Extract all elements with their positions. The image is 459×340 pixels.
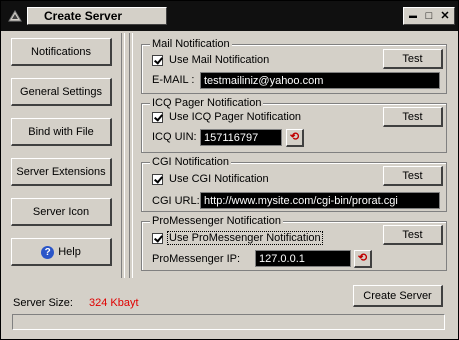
server-icon-button[interactable]: Server Icon xyxy=(11,198,112,226)
create-server-button[interactable]: Create Server xyxy=(353,285,443,307)
notifications-button[interactable]: Notifications xyxy=(11,38,112,66)
cgi-url-field[interactable]: http://www.mysite.com/cgi-bin/prorat.cgi xyxy=(200,192,440,209)
icq-uin-label: ICQ UIN: xyxy=(152,131,197,143)
promessenger-reset-icon[interactable]: ⟲ xyxy=(354,250,372,268)
cgi-url-label: CGI URL: xyxy=(152,195,200,207)
mail-checkbox-label: Use Mail Notification xyxy=(169,54,270,66)
promessenger-checkbox-label: Use ProMessenger Notification xyxy=(167,231,323,245)
mail-checkbox[interactable] xyxy=(152,55,163,66)
icq-group-title: ICQ Pager Notification xyxy=(150,97,264,109)
cgi-checkbox[interactable] xyxy=(152,174,163,185)
cgi-test-button[interactable]: Test xyxy=(383,166,443,186)
icq-checkbox[interactable] xyxy=(152,112,163,123)
promessenger-test-button[interactable]: Test xyxy=(383,225,443,245)
minimize-icon[interactable]: ▬ xyxy=(406,9,420,23)
cgi-notification-group: CGI Notification Use CGI Notification Te… xyxy=(141,156,447,212)
icq-test-button[interactable]: Test xyxy=(383,107,443,127)
help-label: Help xyxy=(58,246,81,258)
server-size-label: Server Size: xyxy=(13,297,73,309)
divider xyxy=(121,33,125,278)
icq-uin-field[interactable]: 157116797 xyxy=(200,129,282,146)
promessenger-checkbox[interactable] xyxy=(152,233,163,244)
app-icon xyxy=(8,10,22,22)
promessenger-ip-field[interactable]: 127.0.0.1 xyxy=(255,250,351,267)
title-bar[interactable]: Create Server ▬ □ ✕ xyxy=(1,1,458,31)
promessenger-group-title: ProMessenger Notification xyxy=(150,215,284,227)
cgi-checkbox-label: Use CGI Notification xyxy=(169,173,269,185)
window-title: Create Server xyxy=(44,9,123,23)
bind-with-file-button[interactable]: Bind with File xyxy=(11,118,112,146)
mail-group-title: Mail Notification xyxy=(150,38,232,50)
server-extensions-button[interactable]: Server Extensions xyxy=(11,158,112,186)
email-field[interactable]: testmailiniz@yahoo.com xyxy=(200,72,440,89)
icq-reset-icon[interactable]: ⟲ xyxy=(286,129,304,147)
icq-checkbox-label: Use ICQ Pager Notification xyxy=(169,111,302,123)
promessenger-notification-group: ProMessenger Notification Use ProMesseng… xyxy=(141,215,447,271)
progress-bar xyxy=(12,314,445,330)
create-server-window: Create Server ▬ □ ✕ Notifications Genera… xyxy=(0,0,459,340)
window-controls: ▬ □ ✕ xyxy=(403,7,455,25)
general-settings-button[interactable]: General Settings xyxy=(11,78,112,106)
close-icon[interactable]: ✕ xyxy=(438,9,452,23)
mail-test-button[interactable]: Test xyxy=(383,49,443,69)
title-label-box: Create Server xyxy=(27,7,167,25)
server-size-value: 324 Kbayt xyxy=(89,297,139,309)
promessenger-ip-label: ProMessenger IP: xyxy=(152,253,241,265)
sidebar: Notifications General Settings Bind with… xyxy=(6,33,118,278)
maximize-icon[interactable]: □ xyxy=(422,9,436,23)
cgi-group-title: CGI Notification xyxy=(150,156,232,168)
email-label: E-MAIL : xyxy=(152,74,195,86)
icq-notification-group: ICQ Pager Notification Use ICQ Pager Not… xyxy=(141,97,447,153)
divider xyxy=(129,33,133,278)
help-icon: ? xyxy=(41,245,55,259)
mail-notification-group: Mail Notification Use Mail Notification … xyxy=(141,38,447,94)
help-button[interactable]: ? Help xyxy=(11,238,112,266)
